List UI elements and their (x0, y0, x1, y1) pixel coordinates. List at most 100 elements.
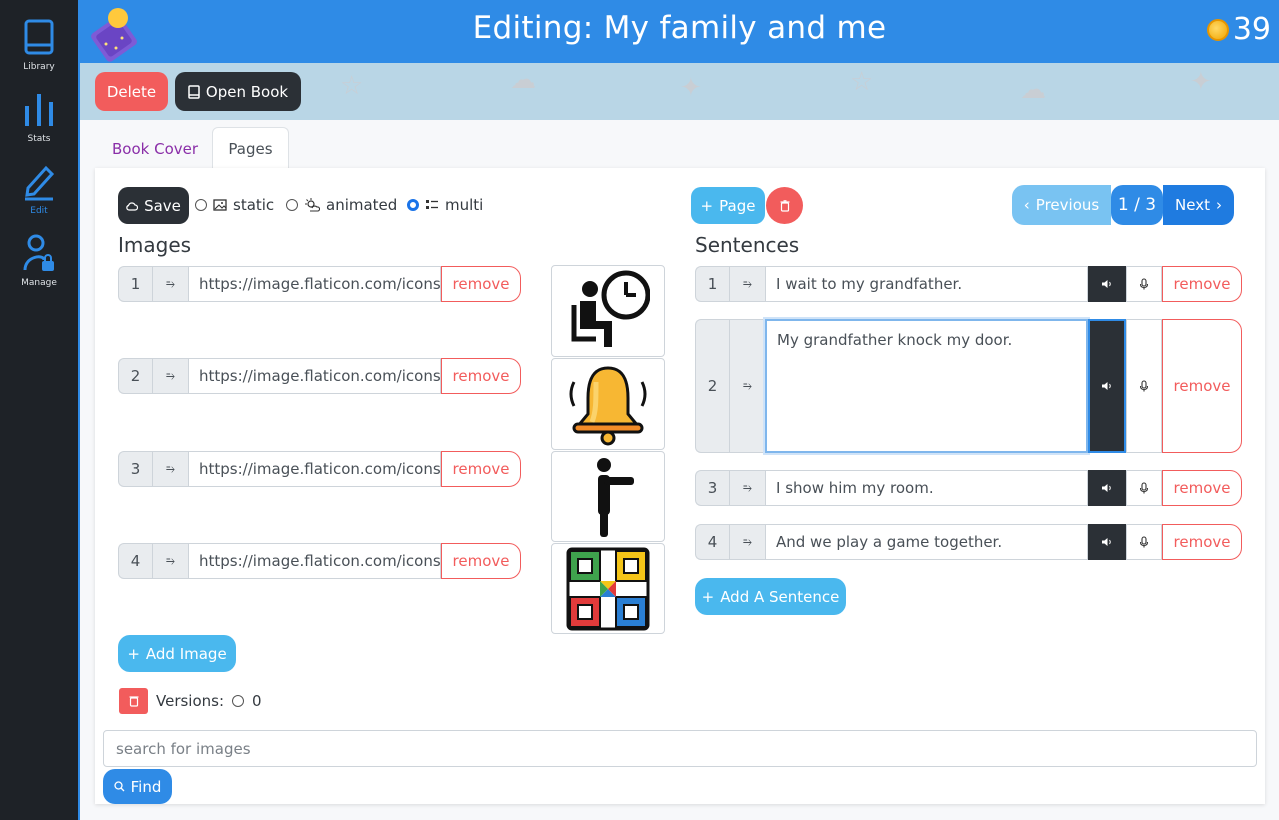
header-bar: Editing: My family and me 39 (80, 0, 1279, 63)
sentence-row: 2 ⥱ My grandfather knock my door. remove (695, 319, 1242, 453)
image-thumbnail (551, 265, 665, 357)
microphone-icon (1139, 482, 1149, 494)
sidebar-item-library[interactable]: Library (0, 18, 78, 72)
open-book-button[interactable]: Open Book (175, 72, 301, 111)
delete-book-button[interactable]: Delete (95, 72, 168, 111)
wrap-icon[interactable]: ⥱ (729, 470, 765, 506)
image-number: 4 (118, 543, 152, 579)
save-label: Save (144, 196, 181, 215)
previous-label: Previous (1035, 196, 1100, 214)
image-thumbnail (551, 451, 665, 542)
speak-button[interactable] (1088, 266, 1126, 302)
remove-sentence-button[interactable]: remove (1162, 266, 1242, 302)
add-sentence-label: Add A Sentence (720, 587, 840, 606)
remove-sentence-button[interactable]: remove (1162, 319, 1242, 453)
plus-icon: + (700, 196, 714, 215)
version-value: 0 (252, 692, 262, 710)
version-radio[interactable] (232, 695, 245, 707)
wrap-icon[interactable]: ⥱ (152, 358, 188, 394)
remove-sentence-button[interactable]: remove (1162, 524, 1242, 560)
mode-static[interactable]: static (195, 196, 274, 214)
mode-animated-radio[interactable] (286, 199, 298, 211)
sidebar-item-edit[interactable]: Edit (0, 162, 78, 216)
versions-label: Versions: (156, 692, 225, 710)
sidebar-item-stats[interactable]: Stats (0, 92, 78, 144)
wrap-icon[interactable]: ⥱ (152, 543, 188, 579)
plus-icon: + (127, 644, 140, 663)
coin-counter: 39 (1206, 12, 1271, 47)
add-image-label: Add Image (145, 644, 227, 663)
delete-version-button[interactable] (119, 688, 148, 714)
book-icon (188, 84, 200, 99)
versions-row: Versions: 0 (119, 688, 262, 714)
mode-animated[interactable]: animated (286, 196, 397, 214)
sidebar-item-label: Stats (27, 134, 51, 144)
sentences-heading: Sentences (695, 233, 800, 257)
mode-multi[interactable]: multi (407, 196, 483, 214)
add-image-button[interactable]: + Add Image (118, 635, 236, 672)
sidebar: Library Stats Edit Manage (0, 0, 80, 820)
wrap-icon[interactable]: ⥱ (729, 319, 765, 453)
tab-book-cover[interactable]: Book Cover (112, 140, 198, 158)
next-page-button[interactable]: Next › (1163, 185, 1234, 225)
record-button[interactable] (1126, 470, 1162, 506)
sentence-input[interactable]: And we play a game together. (765, 524, 1088, 560)
image-row: 3 ⥱ https://image.flaticon.com/icons rem… (118, 451, 521, 487)
coin-icon (1206, 18, 1229, 41)
wrap-icon[interactable]: ⥱ (152, 451, 188, 487)
wrap-icon[interactable]: ⥱ (729, 266, 765, 302)
mode-static-label: static (233, 196, 275, 214)
find-label: Find (130, 777, 162, 796)
sentence-row: 4 ⥱ And we play a game together. remove (695, 524, 1242, 560)
image-url-input[interactable]: https://image.flaticon.com/icons (188, 358, 441, 394)
open-book-label: Open Book (205, 82, 289, 101)
sentence-textarea[interactable]: My grandfather knock my door. (765, 319, 1088, 453)
trash-icon (129, 696, 138, 707)
speak-button[interactable] (1088, 524, 1126, 560)
search-icon (113, 781, 125, 792)
sentence-input[interactable]: I wait to my grandfather. (765, 266, 1088, 302)
remove-image-button[interactable]: remove (441, 266, 521, 302)
trash-icon (780, 199, 789, 212)
wrap-icon[interactable]: ⥱ (152, 266, 188, 302)
speak-button[interactable] (1088, 319, 1126, 453)
image-search-input[interactable]: search for images (103, 730, 1257, 767)
image-number: 2 (118, 358, 152, 394)
image-row: 1 ⥱ https://image.flaticon.com/icons/ re… (118, 266, 521, 302)
next-label: Next (1175, 196, 1210, 214)
remove-image-button[interactable]: remove (441, 543, 521, 579)
mode-multi-radio[interactable] (407, 199, 419, 211)
image-thumbnail (551, 543, 665, 634)
remove-image-button[interactable]: remove (441, 451, 521, 487)
add-page-label: Page (719, 196, 756, 215)
speak-button[interactable] (1088, 470, 1126, 506)
image-url-input[interactable]: https://image.flaticon.com/icons/ (188, 266, 441, 302)
mode-static-radio[interactable] (195, 199, 207, 211)
record-button[interactable] (1126, 266, 1162, 302)
remove-sentence-button[interactable]: remove (1162, 470, 1242, 506)
sidebar-item-label: Manage (21, 278, 57, 288)
bell-icon (569, 366, 647, 446)
wrap-icon[interactable]: ⥱ (729, 524, 765, 560)
tab-pages[interactable]: Pages (212, 127, 289, 169)
add-page-button[interactable]: + Page (691, 187, 765, 224)
sentence-input[interactable]: I show him my room. (765, 470, 1088, 506)
coin-count: 39 (1232, 12, 1271, 47)
record-button[interactable] (1126, 524, 1162, 560)
remove-image-button[interactable]: remove (441, 358, 521, 394)
previous-page-button[interactable]: ‹ Previous (1012, 185, 1111, 225)
save-button[interactable]: Save (118, 187, 189, 224)
page-indicator[interactable]: 1 / 3 (1111, 185, 1163, 225)
image-url-input[interactable]: https://image.flaticon.com/icons (188, 543, 441, 579)
chevron-left-icon: ‹ (1023, 196, 1030, 214)
sidebar-item-manage[interactable]: Manage (0, 234, 78, 288)
image-url-input[interactable]: https://image.flaticon.com/icons (188, 451, 441, 487)
find-button[interactable]: Find (103, 769, 172, 804)
record-button[interactable] (1126, 319, 1162, 453)
mode-animated-label: animated (326, 196, 398, 214)
delete-page-button[interactable] (766, 187, 803, 224)
bar-chart-icon (25, 94, 53, 126)
sun-cloud-icon (305, 198, 320, 212)
add-sentence-button[interactable]: + Add A Sentence (695, 578, 846, 615)
mode-multi-label: multi (445, 196, 484, 214)
